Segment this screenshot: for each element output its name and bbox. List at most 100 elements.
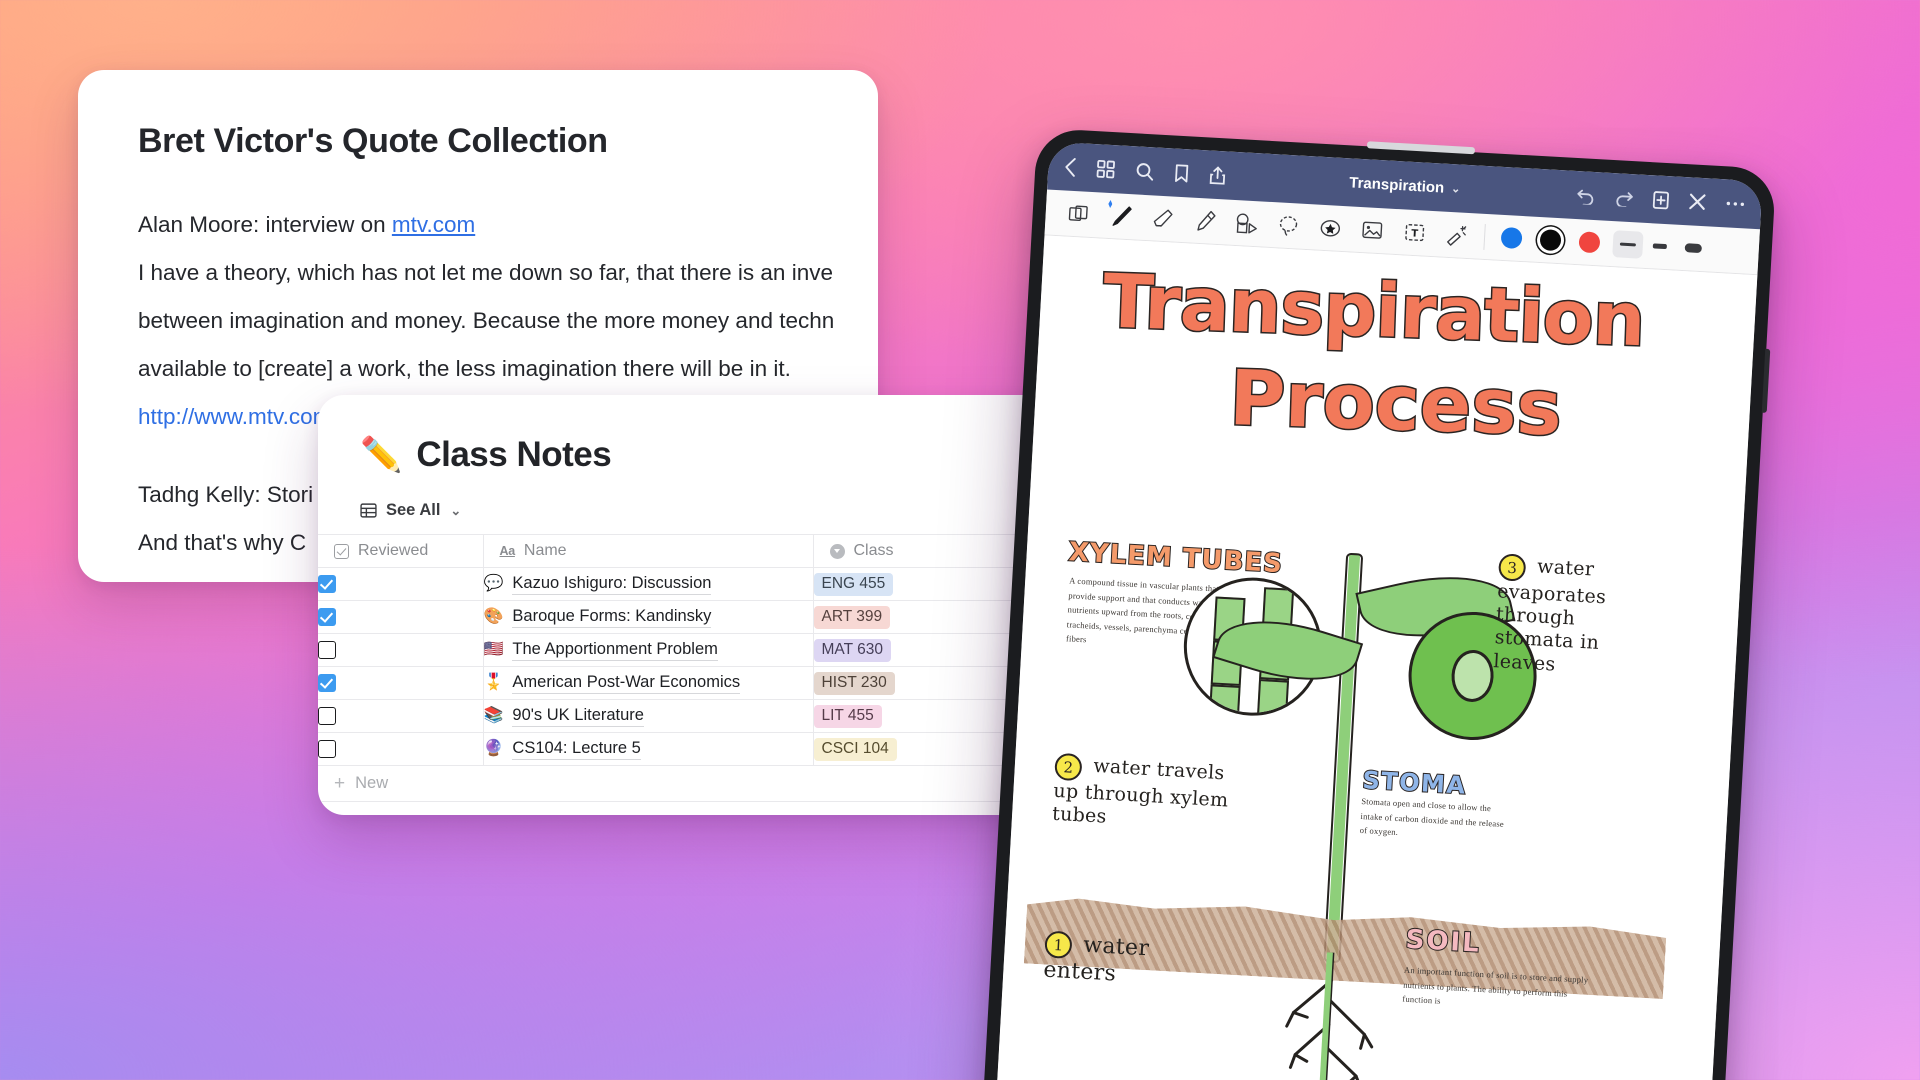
column-header-reviewed[interactable]: Reviewed [318,534,483,568]
row-checkbox[interactable] [318,640,336,659]
document-title-menu[interactable]: Transpiration ⌄ [1349,174,1461,197]
add-new-label: New [355,774,389,792]
column-header-class-label: Class [853,542,894,559]
checkbox-icon [334,543,349,559]
stroke-width-thick[interactable] [1684,243,1703,254]
class-notes-title: Class Notes [416,435,612,474]
table-body: 💬 Kazuo Ishiguro: Discussion ENG 455 🎨 Bar… [318,567,1070,766]
class-badge: ART 399 [813,605,891,629]
cell-reviewed[interactable] [318,699,483,733]
text-type-icon: Aa [499,544,516,558]
eraser-icon[interactable] [1141,205,1184,232]
color-swatch-blue[interactable] [1500,226,1523,250]
column-header-reviewed-label: Reviewed [358,542,429,559]
class-notes-card: ✏️ Class Notes See All ⌄ Reviewed Aa Nam… [318,395,1070,815]
row-checkbox[interactable] [318,673,336,692]
note-canvas[interactable]: Transpiration Process XYLEM TUBES A comp… [994,235,1758,1080]
stroke-width-medium[interactable] [1652,243,1667,250]
step-2-block: 2 water travels up through xylem tubes [1052,752,1246,837]
note-title-line-2: Process [1227,352,1565,454]
bookmark-icon[interactable] [1174,163,1190,183]
stoma-body: Stomata open and close to allow the inta… [1359,795,1505,838]
pencil-icon: ✏️ [360,436,403,474]
row-name-label: The Apportionment Problem [512,640,718,661]
cell-reviewed[interactable] [318,567,483,601]
ipad-device: Transpiration ⌄ T Transpiration Process … [981,127,1777,1080]
class-notes-header: ✏️ Class Notes [318,435,1070,475]
table-icon [360,503,377,518]
plus-icon: + [334,773,346,794]
step-2-badge: 2 [1054,752,1083,782]
thin-line-icon [1619,242,1636,247]
row-checkbox[interactable] [318,607,336,626]
soil-heading: SOIL [1404,924,1483,960]
row-checkbox[interactable] [318,574,336,593]
cell-name[interactable]: 🎨 Baroque Forms: Kandinsky [482,600,813,634]
highlighter-icon[interactable] [1183,207,1226,234]
select-type-icon [829,543,845,559]
image-icon[interactable] [1351,219,1394,242]
quote-attribution-text: Alan Moore: interview on [138,212,392,237]
shapes-icon[interactable] [1225,211,1268,235]
sticker-icon[interactable] [1309,216,1352,240]
page-icon[interactable] [1057,203,1100,225]
table-header-row: Reviewed Aa Name Class [318,534,1070,568]
row-checkbox[interactable] [318,706,336,725]
see-all-label: See All [386,501,441,519]
cell-name[interactable]: 💬 Kazuo Ishiguro: Discussion [482,567,813,601]
color-swatch-red[interactable] [1578,231,1601,254]
table-row[interactable]: 🔮 CS104: Lecture 5 CSCI 104 [318,732,1070,766]
row-name-label: Baroque Forms: Kandinsky [512,607,712,628]
class-badge: HIST 230 [813,671,895,695]
column-header-name-label: Name [523,542,567,559]
table-row[interactable]: 📚 90's UK Literature LIT 455 [318,699,1070,733]
row-emoji-icon: 💬 [483,575,504,592]
cell-reviewed[interactable] [318,633,483,667]
more-icon[interactable] [1725,199,1745,208]
undo-icon[interactable] [1576,187,1596,205]
cell-reviewed[interactable] [318,666,483,700]
text-box-icon[interactable]: T [1393,221,1436,244]
cell-name[interactable]: 🎖️ American Post-War Economics [482,666,813,700]
cell-name[interactable]: 📚 90's UK Literature [482,699,813,733]
class-badge: CSCI 104 [813,737,897,761]
grid-icon[interactable] [1096,159,1116,179]
cell-name[interactable]: 🔮 CS104: Lecture 5 [482,732,813,766]
color-swatch-black[interactable] [1539,229,1562,252]
table-row[interactable]: 🇺🇸 The Apportionment Problem MAT 630 [318,633,1070,667]
pen-icon[interactable] [1099,202,1142,229]
soil-body: An important function of soil is to stor… [1402,964,1589,1006]
see-all-view-selector[interactable]: See All ⌄ [318,501,1070,520]
note-title-line-1: Transpiration [1100,257,1647,365]
add-page-icon[interactable] [1652,190,1670,210]
nav-left-group [1064,157,1227,185]
search-icon[interactable] [1135,161,1155,181]
share-icon[interactable] [1209,165,1227,185]
mtv-link[interactable]: mtv.com [392,212,475,237]
close-icon[interactable] [1688,192,1707,211]
laser-icon[interactable] [1435,222,1478,248]
stroke-width-thin[interactable] [1612,230,1644,259]
step-1-badge: 1 [1044,930,1073,959]
row-emoji-icon: 🎖️ [483,674,504,691]
class-badge: LIT 455 [813,704,882,728]
nav-right-group [1576,186,1746,214]
back-chevron-icon[interactable] [1064,157,1077,177]
row-checkbox[interactable] [318,739,336,758]
class-badge: ENG 455 [813,572,894,596]
svg-text:T: T [1410,228,1418,239]
add-new-row-button[interactable]: + New [318,766,1070,802]
redo-icon[interactable] [1614,189,1634,207]
cell-reviewed[interactable] [318,600,483,634]
plant-stem-outline [1323,552,1364,964]
chevron-down-icon: ⌄ [1450,182,1461,196]
table-row[interactable]: 💬 Kazuo Ishiguro: Discussion ENG 455 [318,567,1070,601]
column-header-name[interactable]: Aa Name [482,534,813,568]
row-name-label: 90's UK Literature [512,706,644,727]
table-row[interactable]: 🎨 Baroque Forms: Kandinsky ART 399 [318,600,1070,634]
cell-name[interactable]: 🇺🇸 The Apportionment Problem [482,633,813,667]
lasso-icon[interactable] [1267,212,1310,238]
table-row[interactable]: 🎖️ American Post-War Economics HIST 230 [318,666,1070,700]
quote-body-line-1: I have a theory, which has not let me do… [138,260,833,285]
cell-reviewed[interactable] [318,732,483,766]
